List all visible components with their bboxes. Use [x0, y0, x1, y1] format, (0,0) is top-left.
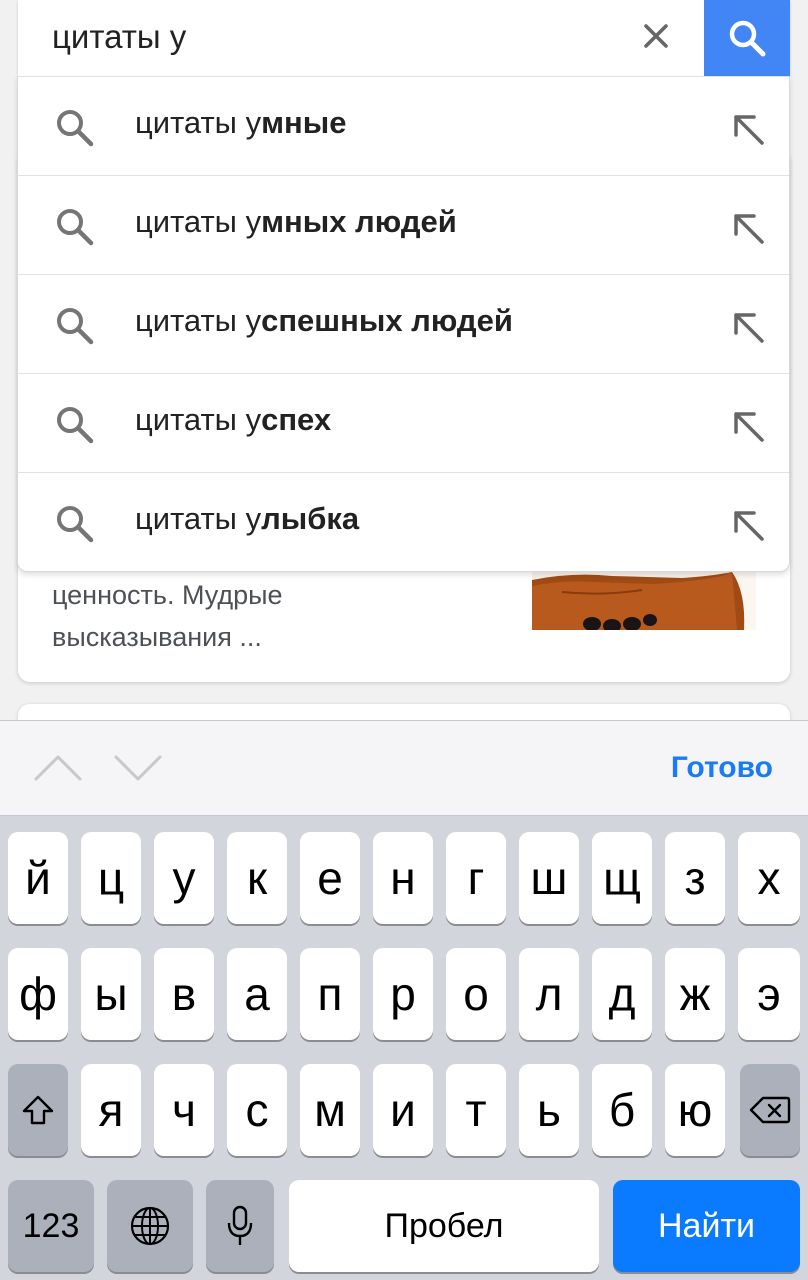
suggestion-item[interactable]: цитаты умных людей [18, 175, 789, 274]
key[interactable]: ц [81, 832, 141, 924]
backspace-icon [749, 1096, 791, 1124]
key[interactable]: к [227, 832, 287, 924]
key[interactable]: р [373, 948, 433, 1040]
microphone-icon [227, 1205, 253, 1245]
key[interactable]: а [227, 948, 287, 1040]
key[interactable]: ж [665, 948, 725, 1040]
suggestion-text: цитаты умные [135, 105, 347, 140]
chevron-up-icon[interactable] [32, 747, 84, 787]
backspace-key[interactable] [740, 1064, 800, 1156]
key[interactable]: ы [81, 948, 141, 1040]
arrow-up-left-icon [734, 511, 764, 541]
chevron-down-icon[interactable] [112, 747, 164, 787]
keyboard: й ц у к е н г ш щ з х ф ы в а п р о л д … [0, 816, 808, 1280]
fill-query-button[interactable] [726, 404, 770, 448]
key[interactable]: я [81, 1064, 141, 1156]
key[interactable]: д [592, 948, 652, 1040]
search-icon [57, 209, 94, 246]
key[interactable]: ю [665, 1064, 725, 1156]
result-snippet-line-1: ценность. Мудрые [52, 580, 283, 610]
done-button[interactable]: Готово [671, 751, 773, 785]
key[interactable]: с [227, 1064, 287, 1156]
fill-query-button[interactable] [726, 503, 770, 547]
search-icon [57, 110, 94, 147]
key[interactable]: х [738, 832, 800, 924]
arrow-up-left-icon [734, 412, 764, 442]
key[interactable]: т [446, 1064, 506, 1156]
suggestions-dropdown: цитаты умные цитаты умных людей цитаты у… [17, 76, 790, 572]
key[interactable]: п [300, 948, 360, 1040]
result-snippet-line-2: высказывания ... [52, 622, 262, 652]
fill-query-button[interactable] [726, 305, 770, 349]
key[interactable]: й [8, 832, 68, 924]
key[interactable]: м [300, 1064, 360, 1156]
search-icon [57, 308, 94, 345]
suggestion-item[interactable]: цитаты умные [18, 76, 789, 175]
key[interactable]: о [446, 948, 506, 1040]
search-icon [57, 407, 94, 444]
suggestion-text: цитаты улыбка [135, 501, 360, 536]
key[interactable]: з [665, 832, 725, 924]
key[interactable]: ь [519, 1064, 579, 1156]
globe-icon [130, 1206, 170, 1246]
clear-button[interactable] [634, 14, 678, 58]
suggestion-text: цитаты умных людей [135, 204, 457, 239]
search-bar [18, 0, 790, 76]
search-input[interactable] [52, 12, 612, 62]
key[interactable]: э [738, 948, 800, 1040]
numbers-key[interactable]: 123 [8, 1180, 94, 1272]
key[interactable]: и [373, 1064, 433, 1156]
keyboard-accessory-bar: Готово [0, 720, 808, 816]
arrow-up-left-icon [734, 313, 764, 343]
shift-key[interactable] [8, 1064, 68, 1156]
key[interactable]: л [519, 948, 579, 1040]
suggestion-text: цитаты успешных людей [135, 303, 513, 338]
fill-query-button[interactable] [726, 206, 770, 250]
close-icon [644, 24, 668, 48]
suggestion-item[interactable]: цитаты улыбка [18, 472, 789, 571]
key[interactable]: г [446, 832, 506, 924]
fill-query-button[interactable] [726, 107, 770, 151]
key[interactable]: б [592, 1064, 652, 1156]
key[interactable]: у [154, 832, 214, 924]
arrow-up-left-icon [734, 115, 764, 145]
dictation-key[interactable] [206, 1180, 274, 1272]
key[interactable]: в [154, 948, 214, 1040]
globe-key[interactable] [107, 1180, 193, 1272]
shift-icon [22, 1095, 54, 1125]
suggestion-text: цитаты успех [135, 402, 332, 437]
search-button[interactable] [704, 0, 790, 76]
key[interactable]: щ [592, 832, 652, 924]
arrow-up-left-icon [734, 214, 764, 244]
result-thumbnail-image[interactable] [532, 572, 756, 630]
space-key[interactable]: Пробел [289, 1180, 599, 1272]
key[interactable]: ш [519, 832, 579, 924]
key[interactable]: ф [8, 948, 68, 1040]
suggestion-item[interactable]: цитаты успешных людей [18, 274, 789, 373]
search-icon [729, 20, 766, 57]
go-key[interactable]: Найти [613, 1180, 800, 1272]
search-icon [57, 506, 94, 543]
key[interactable]: н [373, 832, 433, 924]
key[interactable]: е [300, 832, 360, 924]
suggestion-item[interactable]: цитаты успех [18, 373, 789, 472]
result-snippet: ценность. Мудрые высказывания ... [52, 574, 472, 658]
key[interactable]: ч [154, 1064, 214, 1156]
